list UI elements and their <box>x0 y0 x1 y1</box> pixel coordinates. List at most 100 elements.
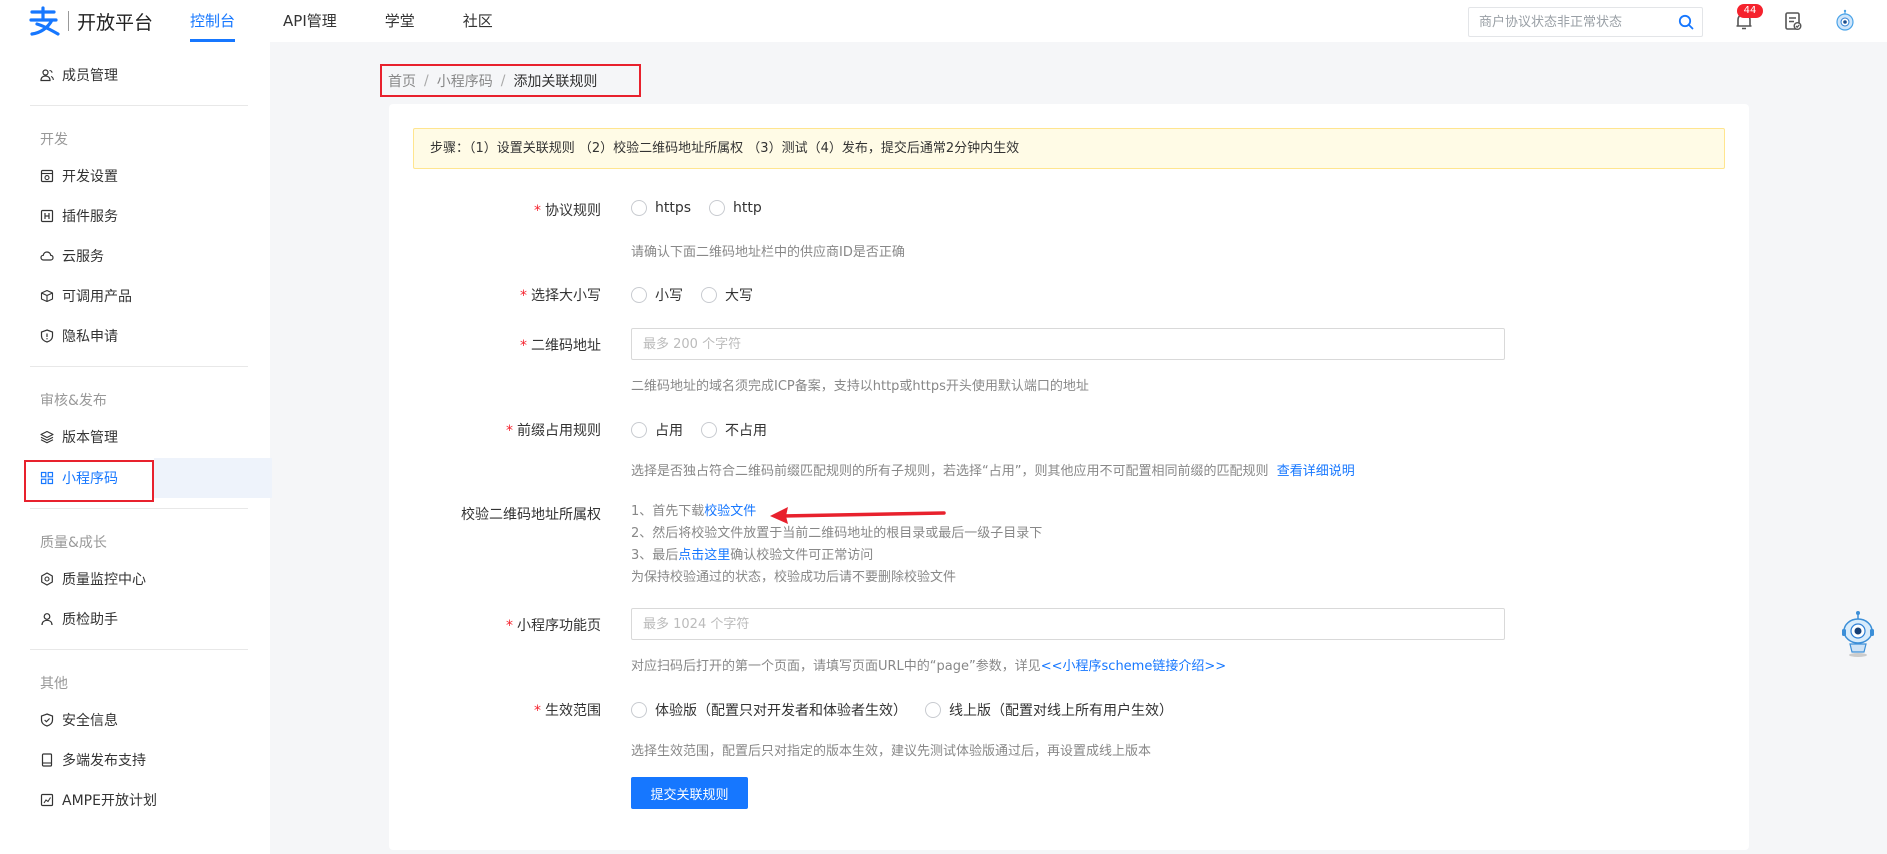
sidebar-section-quality-growth: 质量&成长 <box>40 535 107 551</box>
scope-label: * 生效范围 <box>534 703 601 719</box>
protocol-help: 请确认下面二维码地址栏中的供应商ID是否正确 <box>631 245 905 260</box>
protocol-radio-https[interactable]: https <box>631 200 691 216</box>
brand-title: 开放平台 <box>77 11 154 34</box>
sidebar-divider <box>30 508 248 509</box>
protocol-radio-group: https http <box>631 200 780 216</box>
sidebar-item-label: 多端发布支持 <box>62 753 146 769</box>
hexagon-icon <box>41 572 53 586</box>
nav-console[interactable]: 控制台 <box>190 0 236 42</box>
scope-radio-trial[interactable]: 体验版（配置只对开发者和体验者生效） <box>631 700 907 720</box>
qr-address-help: 二维码地址的域名须完成ICP备案，支持以http或https开头使用默认端口的地… <box>631 379 1089 394</box>
annotation-box-breadcrumb <box>380 64 641 97</box>
sidebar-item-version-management[interactable]: 版本管理 <box>24 417 249 457</box>
sidebar: 成员管理 开发 开发设置 插件服务 云服务 可调用产品 隐私申请 审核&发布 版… <box>0 42 272 854</box>
case-radio-group: 小写 大写 <box>631 285 771 305</box>
case-radio-lower[interactable]: 小写 <box>631 285 683 305</box>
steps-banner: 步骤：（1）设置关联规则 （2）校验二维码地址所属权 （3）测试（4）发布，提交… <box>413 128 1725 169</box>
chart-icon <box>40 793 54 807</box>
form-card: 步骤：（1）设置关联规则 （2）校验二维码地址所属权 （3）测试（4）发布，提交… <box>389 104 1749 850</box>
sidebar-item-quality-assistant[interactable]: 质检助手 <box>24 599 249 639</box>
prefix-radio-not-occupy[interactable]: 不占用 <box>701 420 767 440</box>
sidebar-divider <box>30 366 248 367</box>
sidebar-item-privacy-application[interactable]: 隐私申请 <box>24 316 249 356</box>
verify-step-2: 2、然后将校验文件放置于当前二维码地址的根目录或最后一级子目录下 <box>631 526 1043 541</box>
function-page-label: * 小程序功能页 <box>506 618 601 634</box>
case-radio-upper[interactable]: 大写 <box>701 285 753 305</box>
document-check-icon[interactable] <box>1782 10 1804 32</box>
submit-rule-button[interactable]: 提交关联规则 <box>631 777 748 809</box>
active-highlight <box>154 458 272 498</box>
search-icon[interactable] <box>1678 14 1694 30</box>
sidebar-section-review-publish: 审核&发布 <box>40 393 107 409</box>
verify-step-3: 3、最后点击这里确认校验文件可正常访问 <box>631 548 874 563</box>
notification-badge: 44 <box>1737 4 1763 18</box>
assistant-robot-icon[interactable] <box>1840 610 1876 658</box>
prefix-help: 选择是否独占符合二维码前缀匹配规则的所有子规则，若选择“占用”，则其他应用不可配… <box>631 464 1355 479</box>
nav-api-management[interactable]: API管理 <box>283 0 337 42</box>
users-icon <box>40 69 54 82</box>
sidebar-item-label: 质量监控中心 <box>62 572 146 588</box>
layers-icon <box>40 430 54 444</box>
sidebar-item-label: AMPE开放计划 <box>62 793 157 809</box>
sidebar-item-callable-products[interactable]: 可调用产品 <box>24 276 249 316</box>
sidebar-item-cloud-service[interactable]: 云服务 <box>24 236 249 276</box>
function-page-input[interactable] <box>631 608 1505 640</box>
click-here-link[interactable]: 点击这里 <box>678 548 730 563</box>
sidebar-item-multi-platform[interactable]: 多端发布支持 <box>24 740 249 780</box>
shield-icon <box>40 329 54 343</box>
prefix-rule-label: * 前缀占用规则 <box>506 423 601 439</box>
annotation-box-sidebar <box>24 460 154 502</box>
mobile-icon <box>41 753 53 767</box>
search-input[interactable] <box>1469 8 1669 36</box>
sidebar-divider <box>30 105 248 106</box>
alipay-logo-icon <box>29 6 60 36</box>
sidebar-item-label: 成员管理 <box>62 68 118 84</box>
verify-ownership-label: 校验二维码地址所属权 <box>461 507 601 523</box>
qr-address-label: * 二维码地址 <box>520 338 601 354</box>
sidebar-item-label: 版本管理 <box>62 430 118 446</box>
annotation-arrow <box>770 507 946 524</box>
view-details-link[interactable]: 查看详细说明 <box>1277 464 1355 479</box>
sidebar-item-label: 安全信息 <box>62 713 118 729</box>
cloud-icon <box>40 251 54 261</box>
logo-divider <box>68 11 69 31</box>
scheme-intro-link[interactable]: <<小程序scheme链接介绍>> <box>1041 659 1226 674</box>
sidebar-section-other: 其他 <box>40 676 68 692</box>
plugin-icon <box>40 209 54 223</box>
user-avatar-icon[interactable] <box>1833 9 1857 33</box>
protocol-label: * 协议规则 <box>534 203 601 219</box>
sidebar-item-label: 开发设置 <box>62 169 118 185</box>
sidebar-item-label: 云服务 <box>62 249 104 265</box>
nav-community[interactable]: 社区 <box>463 0 493 42</box>
sidebar-item-security-info[interactable]: 安全信息 <box>24 700 249 740</box>
sidebar-item-label: 隐私申请 <box>62 329 118 345</box>
sidebar-item-members[interactable]: 成员管理 <box>24 55 249 95</box>
box-icon <box>40 289 54 303</box>
qr-address-input[interactable] <box>631 328 1505 360</box>
download-verify-file-link[interactable]: 校验文件 <box>704 504 756 519</box>
shield-check-icon <box>40 713 54 727</box>
header-search <box>1468 7 1703 37</box>
scope-radio-group: 体验版（配置只对开发者和体验者生效） 线上版（配置对线上所有用户生效） <box>631 700 1191 720</box>
scope-radio-online[interactable]: 线上版（配置对线上所有用户生效） <box>925 700 1173 720</box>
protocol-radio-http[interactable]: http <box>709 200 762 216</box>
sidebar-section-develop: 开发 <box>40 132 68 148</box>
verify-note: 为保持校验通过的状态，校验成功后请不要删除校验文件 <box>631 570 957 585</box>
sidebar-item-label: 插件服务 <box>62 209 118 225</box>
sidebar-item-ampe-plan[interactable]: AMPE开放计划 <box>24 780 249 820</box>
prefix-radio-group: 占用 不占用 <box>631 420 785 440</box>
case-label: * 选择大小写 <box>520 288 601 304</box>
sidebar-item-label: 质检助手 <box>62 612 118 628</box>
sidebar-item-dev-settings[interactable]: 开发设置 <box>24 156 249 196</box>
sidebar-item-plugin-service[interactable]: 插件服务 <box>24 196 249 236</box>
nav-academy[interactable]: 学堂 <box>385 0 415 42</box>
top-header: 开放平台 控制台 API管理 学堂 社区 44 <box>0 0 1887 42</box>
user-icon <box>41 613 53 626</box>
settings-icon <box>40 169 54 183</box>
sidebar-item-quality-monitor[interactable]: 质量监控中心 <box>24 559 249 599</box>
function-page-help: 对应扫码后打开的第一个页面，请填写页面URL中的“page”参数，详见<<小程序… <box>631 659 1227 674</box>
scope-help: 选择生效范围，配置后只对指定的版本生效，建议先测试体验版通过后，再设置成线上版本 <box>631 744 1152 759</box>
brand-logo[interactable]: 开放平台 <box>28 6 153 36</box>
prefix-radio-occupy[interactable]: 占用 <box>631 420 683 440</box>
sidebar-item-label: 可调用产品 <box>62 289 132 305</box>
